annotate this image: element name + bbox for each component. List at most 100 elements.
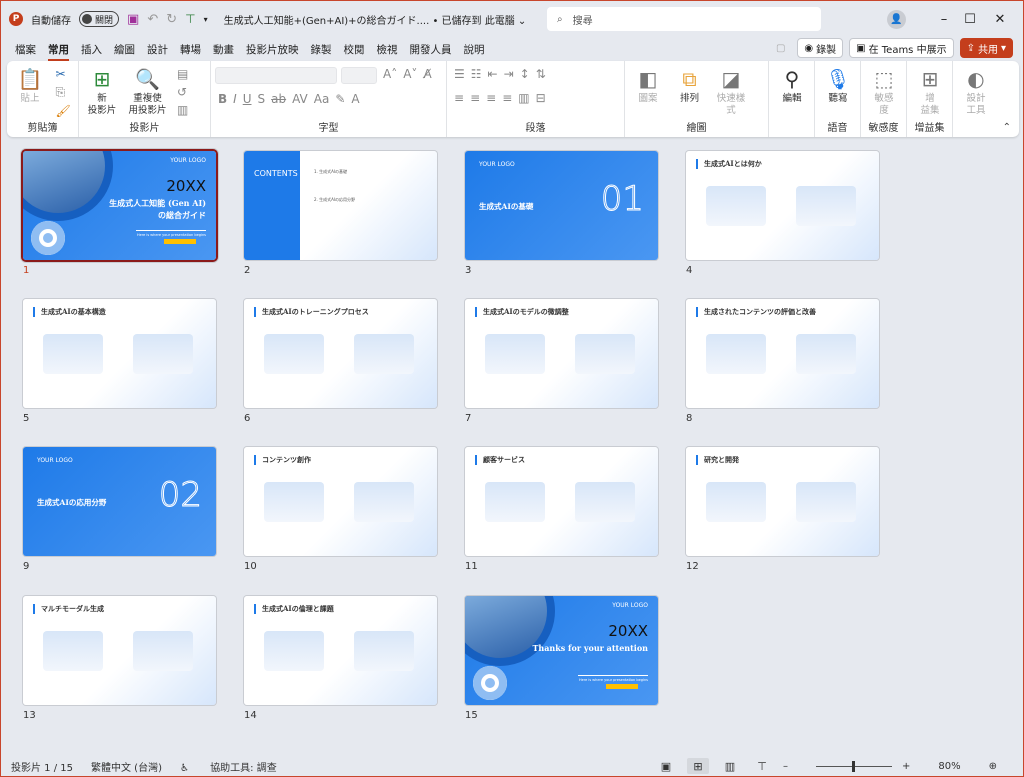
clear-format-icon[interactable]: A̸ [423,67,431,81]
slide-thumbnail[interactable]: YOUR LOGO 生成式AIの応用分野 02 [23,447,216,556]
tab-12[interactable]: 說明 [464,39,485,60]
shapes-button[interactable]: ◧ 圖案 [629,65,667,105]
slide-thumbnail[interactable]: 生成式AIの基本構造 [23,299,216,408]
zoom-slider[interactable] [815,760,892,772]
account-avatar[interactable]: 👤 [887,10,906,29]
arrange-button[interactable]: ⧉ 排列 [671,65,709,105]
slide-thumbnail[interactable]: 研究と開発 [686,447,879,556]
align-right-icon[interactable]: ≡ [486,91,496,105]
reset-icon[interactable]: ↺ [177,85,188,99]
justify-icon[interactable]: ≡ [502,91,512,105]
quick-styles-button[interactable]: ◪ 快速樣 式 [712,65,750,117]
layout-icon[interactable]: ▤ [177,67,188,81]
copy-icon[interactable]: ⎘ [56,85,71,100]
columns-icon[interactable]: ▥ [518,91,529,105]
addins-button[interactable]: ⊞ 增 益集 [911,65,949,117]
slide-thumbnail[interactable]: YOUR LOGO 生成式AIの基礎 01 [465,151,658,260]
format-painter-icon[interactable]: 🖌 [56,104,71,118]
slide-thumbnail[interactable]: コンテンツ創作 [244,447,437,556]
font-color-icon[interactable]: A [351,92,359,106]
new-slide-button[interactable]: ⊞ 新 投影片 [83,65,121,117]
numbering-icon[interactable]: ☷ [471,67,482,81]
slide-thumbnail[interactable]: 生成式AIのトレーニングプロセス [244,299,437,408]
redo-icon[interactable]: ↻ [166,12,177,27]
tab-9[interactable]: 校閱 [344,39,365,60]
tab-1[interactable]: 常用 [48,39,69,61]
slide-thumbnail[interactable]: YOUR LOGO 20XX 生成式人工知能 (Gen AI) の総合ガイド Here… [23,151,216,260]
comments-icon[interactable]: ▢ [770,38,791,58]
collapse-ribbon-icon[interactable]: ⌃ [1003,122,1011,133]
slide-number: 13 [23,710,36,721]
char-spacing-icon[interactable]: AV [292,92,308,106]
bullets-icon[interactable]: ☰ [454,67,465,81]
bold-icon[interactable]: B [218,92,227,106]
quick-styles-icon: ◪ [721,67,741,91]
fit-to-window-icon[interactable]: ⊕ [989,761,997,772]
align-left-icon[interactable]: ≡ [454,91,464,105]
customize-toolbar-icon[interactable]: ▾ [204,15,208,24]
highlight-icon[interactable]: ✎ [335,92,345,106]
line-spacing-icon[interactable]: ↕ [520,67,530,81]
tab-7[interactable]: 投影片放映 [246,39,299,60]
save-icon[interactable]: ▣ [127,12,139,27]
strikethrough-icon[interactable]: ab [271,92,286,106]
present-in-teams-button[interactable]: ▣ 在 Teams 中展示 [849,38,954,58]
document-title[interactable]: 生成式人工知能+(Gen+AI)+の総合ガイド.... • 已儲存到 此電腦 ⌄ [224,12,527,27]
cut-icon[interactable]: ✂ [56,67,71,81]
sensitivity-button[interactable]: ⬚ 敏感 度 [865,65,903,117]
tab-11[interactable]: 開發人員 [410,39,452,60]
dictate-button[interactable]: 🎙 聽寫 [819,65,857,105]
language[interactable]: 繁體中文 (台灣) [91,759,162,774]
zoom-level[interactable]: 80% [938,761,960,772]
underline-icon[interactable]: U [243,92,252,106]
increase-font-icon[interactable]: A˄ [383,67,397,81]
share-button[interactable]: ⇪ 共用 ▾ [959,38,1013,58]
slide-sorter-view-icon[interactable]: ⊞ [686,758,709,774]
text-direction-icon[interactable]: ⇅ [536,67,546,81]
slide-thumbnail[interactable]: 顧客サービス [465,447,658,556]
present-icon[interactable]: ⊤ [185,12,195,26]
editing-button[interactable]: ⚲ 編輯 [773,65,811,105]
slide-thumbnail[interactable]: マルチモーダル生成 [23,596,216,705]
search-input[interactable]: ⌕ 搜尋 [547,7,821,31]
undo-icon[interactable]: ↶ [147,12,158,27]
slide-thumbnail[interactable]: 生成されたコンテンツの評価と改善 [686,299,879,408]
slide-thumbnail[interactable]: CONTENTS 1. 生成式AIの基礎 2. 生成式AIの応用分野 [244,151,437,260]
slide-thumbnail[interactable]: YOUR LOGO 20XX Thanks for your attention He… [465,596,658,705]
shadow-icon[interactable]: S [258,92,266,106]
autosave-toggle[interactable]: 關閉 [79,11,120,27]
tab-6[interactable]: 動畫 [213,39,234,60]
change-case-icon[interactable]: Aa [314,92,330,106]
font-name-combo[interactable] [215,66,337,84]
accessibility-status[interactable]: ♿ 協助工具: 調查 [180,759,295,774]
slide-thumbnail[interactable]: 生成式AIの倫理と課題 [244,596,437,705]
section-icon[interactable]: ▥ [177,103,188,117]
normal-view-icon[interactable]: ▣ [655,758,677,774]
reading-view-icon[interactable]: ▥ [719,758,741,774]
slideshow-view-icon[interactable]: ⊤ [751,758,773,774]
record-button[interactable]: ◉ 錄製 [797,38,844,58]
increase-indent-icon[interactable]: ⇥ [504,67,514,81]
close-button[interactable]: ✕ [977,1,1023,37]
align-text-icon[interactable]: ⊟ [536,91,546,105]
paste-button[interactable]: 📋 貼上 [11,65,49,105]
tab-4[interactable]: 設計 [147,39,168,60]
decrease-font-icon[interactable]: A˅ [403,67,417,81]
tab-3[interactable]: 繪圖 [114,39,135,60]
slide-thumbnail[interactable]: 生成式AIのモデルの微調整 [465,299,658,408]
tab-0[interactable]: 檔案 [15,39,36,60]
reuse-slides-button[interactable]: 🔍 重複使 用投影片 [125,65,171,117]
zoom-in-button[interactable]: + [902,761,910,772]
tab-2[interactable]: 插入 [81,39,102,60]
zoom-out-button[interactable]: – [783,761,788,772]
font-size-combo[interactable] [340,66,377,84]
ribbon: 📋 貼上 ✂ ⎘ 🖌 剪貼簿 ⊞ 新 投影片 🔍 重複使 用投影片 ▤ ↺ ▥ 投影片… [7,61,1019,137]
tab-8[interactable]: 錄製 [311,39,332,60]
tab-10[interactable]: 檢視 [377,39,398,60]
italic-icon[interactable]: I [233,92,237,106]
decrease-indent-icon[interactable]: ⇤ [488,67,498,81]
align-center-icon[interactable]: ≡ [470,91,480,105]
tab-5[interactable]: 轉場 [180,39,201,60]
slide-thumbnail[interactable]: 生成式AIとは何か [686,151,879,260]
designer-button[interactable]: ◐ 設計 工具 [957,65,995,117]
